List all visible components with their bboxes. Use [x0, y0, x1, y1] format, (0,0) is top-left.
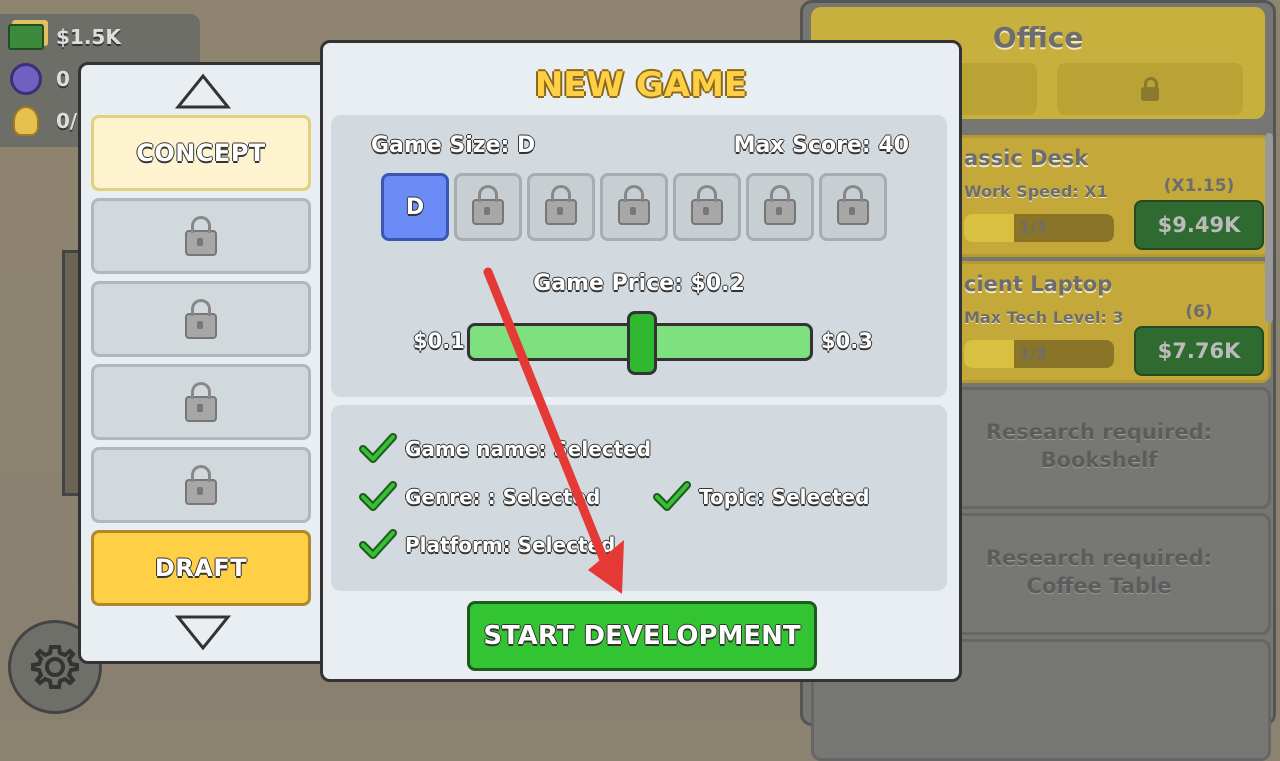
checkmark-icon [653, 481, 691, 511]
lock-icon [764, 185, 796, 225]
lock-icon [472, 185, 504, 225]
scroll-up-arrow-icon[interactable] [175, 73, 231, 111]
office-scrollbar[interactable] [1265, 133, 1273, 323]
price-slider-handle[interactable] [627, 311, 657, 375]
stage-panel: CONCEPT DRAFT [78, 62, 332, 664]
stage-concept-button[interactable]: CONCEPT [91, 115, 311, 191]
price-min-label: $0.1 [413, 329, 465, 353]
upgrade-price-button[interactable]: $7.76K [1134, 326, 1264, 376]
start-development-button[interactable]: START DEVELOPMENT [467, 601, 817, 671]
lightbulb-icon [8, 106, 44, 136]
lock-icon [691, 185, 723, 225]
item-name: assic Desk [964, 146, 1089, 170]
requirements-section: Game name: Selected Genre: : Selected To… [331, 405, 947, 591]
size-option-label: D [405, 194, 425, 220]
stage-locked-button[interactable] [91, 364, 311, 440]
new-game-modal: NEW GAME Game Size: D Max Score: 40 D Ga… [320, 40, 962, 682]
size-option-d[interactable]: D [381, 173, 449, 241]
start-button-label: START DEVELOPMENT [483, 621, 801, 651]
item-progress-text: 1/3 [1019, 344, 1048, 363]
item-progress-text: 1/3 [1019, 218, 1048, 237]
lock-icon [185, 382, 217, 422]
item-name: cient Laptop [964, 272, 1113, 296]
gems-value: 0 [56, 67, 70, 91]
cash-icon [8, 22, 44, 52]
game-size-label: Game Size: D [371, 133, 536, 158]
size-option-locked[interactable] [673, 173, 741, 241]
item-stat: Max Tech Level: 3 [964, 308, 1124, 327]
item-multiplier: (X1.15) [1163, 176, 1235, 196]
check-text: Topic: Selected [699, 485, 870, 509]
lock-icon [185, 299, 217, 339]
office-tab-locked[interactable] [1057, 63, 1243, 115]
checkmark-icon [359, 481, 397, 511]
max-score-label: Max Score: 40 [733, 133, 909, 158]
ideas-value: 0/ [56, 109, 78, 133]
item-progress-bar: 1/3 [964, 214, 1114, 242]
lock-icon [185, 216, 217, 256]
item-stat: Work Speed: X1 [964, 182, 1108, 201]
check-game-name: Game name: Selected [359, 433, 651, 465]
stage-locked-button[interactable] [91, 281, 311, 357]
upgrade-price-button[interactable]: $9.49K [1134, 200, 1264, 250]
checkmark-icon [359, 529, 397, 559]
size-option-locked[interactable] [527, 173, 595, 241]
research-text: Research required: Coffee Table [985, 546, 1213, 598]
stage-label: DRAFT [154, 554, 248, 582]
money-row: $1.5K [8, 20, 121, 54]
modal-title: NEW GAME [534, 65, 748, 105]
check-platform: Platform: Selected [359, 529, 615, 561]
check-genre: Genre: : Selected [359, 481, 600, 513]
lock-icon [545, 185, 577, 225]
item-progress-bar: 1/3 [964, 340, 1114, 368]
stage-locked-button[interactable] [91, 447, 311, 523]
scroll-down-arrow-icon[interactable] [175, 613, 231, 651]
check-text: Platform: Selected [405, 533, 616, 557]
size-option-locked[interactable] [819, 173, 887, 241]
game-settings-section: Game Size: D Max Score: 40 D Game Price:… [331, 115, 947, 397]
gear-icon [31, 645, 79, 689]
size-option-locked[interactable] [600, 173, 668, 241]
check-topic: Topic: Selected [653, 481, 869, 513]
money-value: $1.5K [56, 25, 121, 49]
size-option-locked[interactable] [746, 173, 814, 241]
gem-icon [8, 63, 44, 95]
research-text: Research required: Bookshelf [985, 420, 1213, 472]
ideas-row: 0/ [8, 104, 77, 138]
stage-draft-button[interactable]: DRAFT [91, 530, 311, 606]
game-price-label: Game Price: $0.2 [533, 271, 745, 296]
check-text: Game name: Selected [405, 437, 652, 461]
price-max-label: $0.3 [821, 329, 873, 353]
lock-icon [618, 185, 650, 225]
check-text: Genre: : Selected [405, 485, 601, 509]
lock-icon [837, 185, 869, 225]
checkmark-icon [359, 433, 397, 463]
stage-label: CONCEPT [136, 139, 266, 167]
item-multiplier: (6) [1185, 302, 1213, 322]
gems-row: 0 [8, 62, 70, 96]
lock-icon [1141, 77, 1159, 101]
lock-icon [185, 465, 217, 505]
size-option-locked[interactable] [454, 173, 522, 241]
stage-locked-button[interactable] [91, 198, 311, 274]
